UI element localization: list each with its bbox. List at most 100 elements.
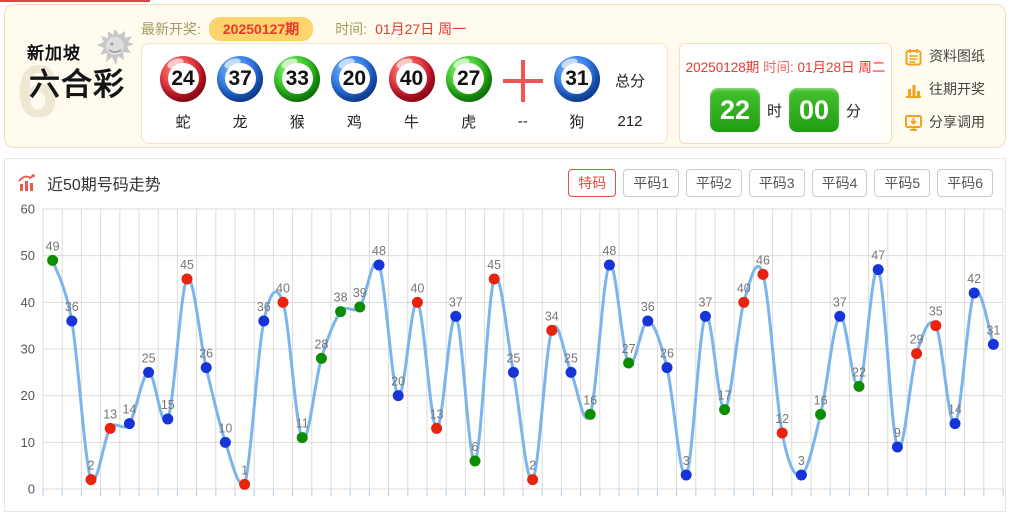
svg-text:38: 38 [334,291,348,305]
trend-title-group: 近50期号码走势 [17,171,161,195]
svg-text:13: 13 [430,407,444,421]
trend-line-chart[interactable]: 01020304050604936213 14251545261013640112… [7,201,1007,507]
tab-special[interactable]: 特码 [568,169,617,197]
result-ball: 37 龙 [215,55,265,132]
svg-text:49: 49 [46,239,60,253]
svg-text:20: 20 [391,375,405,389]
tab-normal-4[interactable]: 平码4 [811,169,868,197]
ball-sphere: 27 [445,55,492,102]
tab-normal-5[interactable]: 平码5 [874,169,931,197]
link-history[interactable]: 往期开奖 [904,79,1006,99]
ball-zodiac: 猴 [289,113,305,131]
result-ball: 20 鸡 [329,55,379,132]
tab-normal-1[interactable]: 平码1 [623,169,680,197]
next-date: 01月28日 周二 [797,60,886,75]
tab-normal-6[interactable]: 平码6 [937,169,993,197]
ball-zodiac: 牛 [403,113,419,131]
svg-text:6: 6 [472,440,479,454]
svg-text:50: 50 [21,248,35,263]
link-share-label: 分享调用 [929,114,985,130]
total-score: 总分 212 [609,58,651,130]
result-ball: 33 猴 [272,55,322,132]
total-value: 212 [617,112,643,130]
svg-text:36: 36 [65,300,79,314]
trend-chart-icon [18,174,35,191]
svg-text:40: 40 [276,281,290,295]
ball-zodiac: 虎 [461,113,477,131]
ball-sphere: 20 [331,55,378,102]
trend-header: 近50期号码走势 特码 平码1 平码2 平码3 平码4 平码5 平码6 [5,159,1005,201]
svg-text:37: 37 [698,295,712,309]
link-material-label: 资料图纸 [929,48,985,64]
svg-text:31: 31 [986,323,1000,337]
result-balls-panel: 24 蛇 37 龙 33 猴 20 鸡 40 牛 27 虎 -- 31 狗 总分… [141,43,668,144]
svg-text:39: 39 [353,286,367,300]
ball-zodiac: 狗 [569,113,585,131]
svg-text:40: 40 [737,281,751,295]
trend-tabs: 特码 平码1 平码2 平码3 平码4 平码5 平码6 [568,169,993,197]
site-logo[interactable]: 6 新加坡 六合彩 [17,29,137,133]
ball-number: 33 [281,63,313,94]
svg-text:10: 10 [21,435,35,450]
svg-text:9: 9 [894,426,901,440]
svg-text:2: 2 [529,459,536,473]
chart-bar-icon [906,84,921,98]
trend-title: 近50期号码走势 [47,177,161,194]
svg-text:3: 3 [683,454,690,468]
svg-text:27: 27 [622,342,636,356]
svg-text:25: 25 [506,351,520,365]
draw-time-value: 01月27日 周一 [375,21,467,37]
special-ball: 31 狗 [552,55,602,132]
svg-text:45: 45 [180,258,194,272]
ball-sphere: 37 [217,55,264,102]
header-panel: 6 新加坡 六合彩 最新开奖: 20250127期 时间: 01月27日 周一 … [4,4,1006,148]
tab-normal-2[interactable]: 平码2 [686,169,742,197]
latest-draw-info: 最新开奖: 20250127期 时间: 01月27日 周一 [141,17,466,41]
link-share[interactable]: 分享调用 [904,112,1006,132]
total-label: 总分 [614,73,645,90]
svg-text:47: 47 [871,249,885,263]
svg-text:15: 15 [161,398,175,412]
ball-number: 24 [167,63,199,94]
svg-text:48: 48 [602,244,616,258]
next-time-label: 时间: [763,60,794,75]
ball-number: 37 [224,63,256,94]
svg-text:17: 17 [718,389,732,403]
link-history-label: 往期开奖 [929,81,985,97]
tab-normal-3[interactable]: 平码3 [748,169,805,197]
logo-line2: 六合彩 [29,67,125,102]
plus-icon [502,58,543,104]
svg-text:1: 1 [241,463,248,477]
ball-number: 27 [453,63,485,94]
link-material[interactable]: 资料图纸 [904,46,1006,66]
svg-text:10: 10 [218,421,232,435]
svg-text:2: 2 [88,459,95,473]
next-draw-panel: 20250128期 时间: 01月28日 周二 22 时 00 分 [679,43,892,144]
ball-sphere: 31 [553,55,600,102]
minute-unit-label: 分 [846,102,862,120]
next-period: 20250128期 [685,60,760,75]
svg-text:37: 37 [833,295,847,309]
svg-text:0: 0 [28,482,35,497]
top-edge-decor [0,0,150,2]
svg-text:34: 34 [545,309,559,323]
svg-text:29: 29 [910,333,924,347]
ball-sphere: 40 [388,55,435,102]
svg-text:25: 25 [142,351,156,365]
svg-text:45: 45 [487,258,501,272]
svg-text:14: 14 [122,403,136,417]
svg-text:36: 36 [257,300,271,314]
svg-text:26: 26 [660,347,674,361]
countdown-minutes: 00 [789,88,839,132]
result-ball: 24 蛇 [158,55,208,132]
draw-time-label: 时间: [335,21,368,37]
period-badge[interactable]: 20250127期 [208,17,314,41]
svg-text:36: 36 [641,300,655,314]
latest-draw-label: 最新开奖: [141,21,201,37]
svg-text:13: 13 [103,407,117,421]
svg-text:12: 12 [775,412,789,426]
svg-text:46: 46 [756,253,770,267]
svg-text:28: 28 [314,337,328,351]
trend-panel: 近50期号码走势 特码 平码1 平码2 平码3 平码4 平码5 平码6 0 10 2… [4,158,1006,512]
result-ball: 40 牛 [387,55,437,132]
